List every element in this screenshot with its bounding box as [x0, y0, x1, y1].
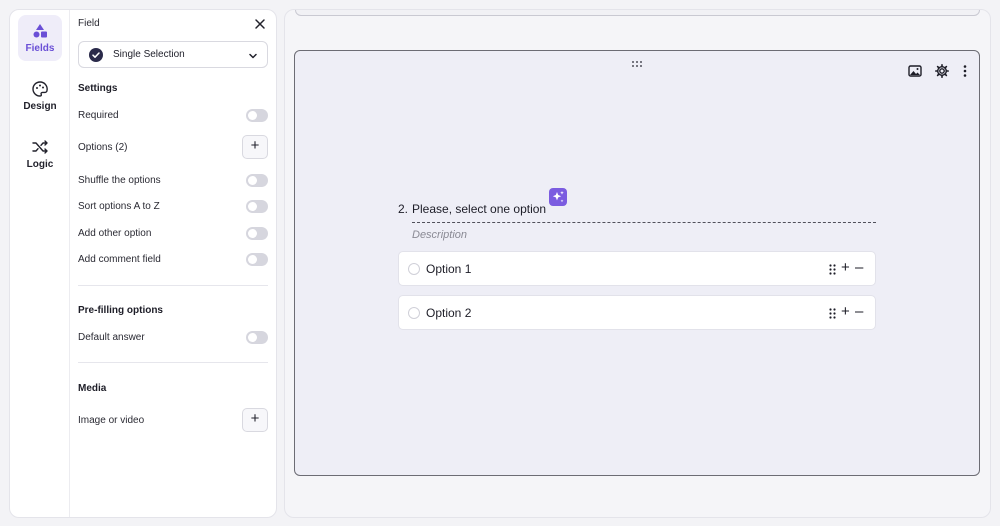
add-option-icon[interactable]: +: [841, 304, 853, 319]
field-type-check-icon: [89, 48, 103, 62]
rail-item-fields-label: Fields: [25, 43, 55, 54]
shuffle-toggle[interactable]: [246, 174, 268, 187]
left-panel: Fields Design Logic Field Single Selecti…: [9, 9, 277, 518]
panel-title: Field: [78, 18, 100, 29]
drag-handle-icon[interactable]: [829, 264, 836, 275]
palette-icon: [32, 81, 48, 97]
shapes-icon: [33, 24, 47, 38]
question-card[interactable]: 2. Please, select one option Description…: [294, 50, 980, 476]
shuffle-label: Shuffle the options: [78, 175, 161, 186]
question-number: 2.: [398, 202, 409, 216]
options-label: Options (2): [78, 142, 128, 153]
add-media-button[interactable]: +: [242, 408, 268, 432]
form-canvas: 2. Please, select one option Description…: [284, 9, 991, 518]
option-row[interactable]: Option 2 + –: [398, 295, 876, 330]
divider: [78, 362, 268, 363]
option-row[interactable]: Option 1 + –: [398, 251, 876, 286]
divider: [78, 285, 268, 286]
media-section-title: Media: [78, 383, 107, 394]
question-title-field[interactable]: 2. Please, select one option: [398, 188, 876, 223]
rail-item-logic-label: Logic: [26, 159, 54, 170]
sort-toggle[interactable]: [246, 200, 268, 213]
remove-option-icon[interactable]: –: [855, 260, 867, 275]
required-toggle[interactable]: [246, 109, 268, 122]
option-radio[interactable]: [408, 307, 420, 319]
add-option-icon[interactable]: +: [841, 260, 853, 275]
more-vertical-icon[interactable]: [957, 63, 973, 79]
settings-section-title: Settings: [78, 83, 118, 94]
previous-question-card[interactable]: [295, 10, 980, 16]
field-settings-panel: Field Single Selection Settings Required…: [70, 10, 276, 517]
add-option-button[interactable]: +: [242, 135, 268, 159]
option-label[interactable]: Option 1: [426, 262, 471, 276]
chevron-down-icon: [249, 53, 257, 59]
remove-option-icon[interactable]: –: [855, 304, 867, 319]
required-label: Required: [78, 110, 119, 121]
gear-icon[interactable]: [934, 63, 950, 79]
close-icon: [255, 19, 265, 29]
default-answer-label: Default answer: [78, 332, 145, 343]
rail-item-fields[interactable]: Fields: [18, 15, 62, 61]
ai-sparkle-icon[interactable]: [549, 188, 567, 206]
default-answer-toggle[interactable]: [246, 331, 268, 344]
question-title[interactable]: Please, select one option: [412, 202, 546, 216]
add-other-toggle[interactable]: [246, 227, 268, 240]
side-rail: Fields Design Logic: [10, 10, 70, 517]
image-icon[interactable]: [907, 63, 923, 79]
rail-item-design[interactable]: Design: [18, 73, 62, 119]
drag-handle-icon[interactable]: [631, 60, 643, 68]
drag-handle-icon[interactable]: [829, 308, 836, 319]
field-type-value: Single Selection: [113, 49, 185, 60]
add-other-label: Add other option: [78, 228, 152, 239]
prefill-section-title: Pre-filling options: [78, 305, 163, 316]
add-comment-toggle[interactable]: [246, 253, 268, 266]
add-comment-label: Add comment field: [78, 254, 161, 265]
sort-label: Sort options A to Z: [78, 201, 160, 212]
close-button[interactable]: [252, 16, 268, 32]
media-label: Image or video: [78, 415, 145, 426]
option-label[interactable]: Option 2: [426, 306, 471, 320]
shuffle-icon: [32, 140, 48, 154]
rail-item-logic[interactable]: Logic: [18, 131, 62, 177]
option-radio[interactable]: [408, 263, 420, 275]
field-type-select[interactable]: Single Selection: [78, 41, 268, 68]
question-block: 2. Please, select one option Description…: [398, 188, 876, 330]
description-input[interactable]: Description: [412, 229, 876, 241]
rail-item-design-label: Design: [23, 101, 57, 112]
